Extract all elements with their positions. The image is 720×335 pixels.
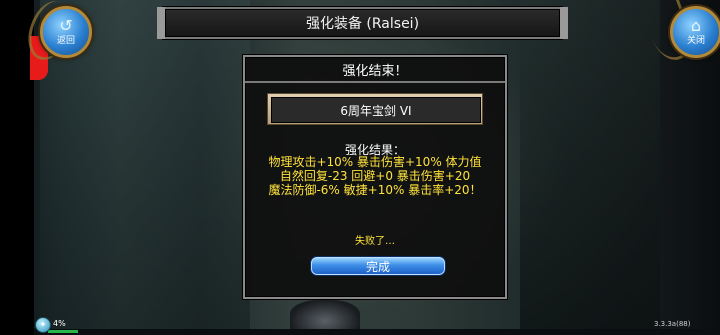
experience-bar [34,329,720,335]
result-line: 自然回复-23 回避+0 暴击伤害+20 [279,169,471,183]
back-arrow-icon: ↺ [59,16,73,35]
page-title: 强化装备 (Ralsei) [305,16,420,32]
enhance-result-dialog: 强化结束！ 6周年宝剑 VI 强化结果： 物理攻击+10% 暴击伤害+10% 体… [243,55,507,299]
back-button[interactable]: ↺ 返回 [40,6,92,58]
title-bar: 强化装备 (Ralsei) [157,7,568,39]
result-line: 物理攻击+10% 暴击伤害+10% 体力值 [268,155,482,169]
title-bar-cap-right [560,7,568,39]
screen-edge [0,0,34,335]
status-text: 失败了… [355,236,395,247]
confirm-button[interactable]: 完成 [310,256,446,276]
experience-icon: ✦ [35,317,51,333]
dialog-title: 强化结束！ [245,57,505,83]
item-name: 6周年宝剑 VI [271,97,481,123]
result-stats: 物理攻击+10% 暴击伤害+10% 体力值 自然回复-23 回避+0 暴击伤害+… [245,155,505,197]
experience-percent: 4% [53,319,66,328]
home-icon: ⌂ [690,16,702,35]
experience-fill [48,330,78,333]
title-bar-cap-left [157,7,165,39]
close-button[interactable]: ⌂ 关闭 [670,6,720,58]
dungeon-wall-right [520,0,660,335]
item-frame: 6周年宝剑 VI [267,93,483,125]
result-line: 魔法防御-6% 敏捷+10% 暴击率+20！ [268,183,482,197]
back-button-label: 返回 [56,36,75,46]
version-label: 3.3.3a(88) [654,320,691,328]
close-button-label: 关闭 [686,36,705,46]
